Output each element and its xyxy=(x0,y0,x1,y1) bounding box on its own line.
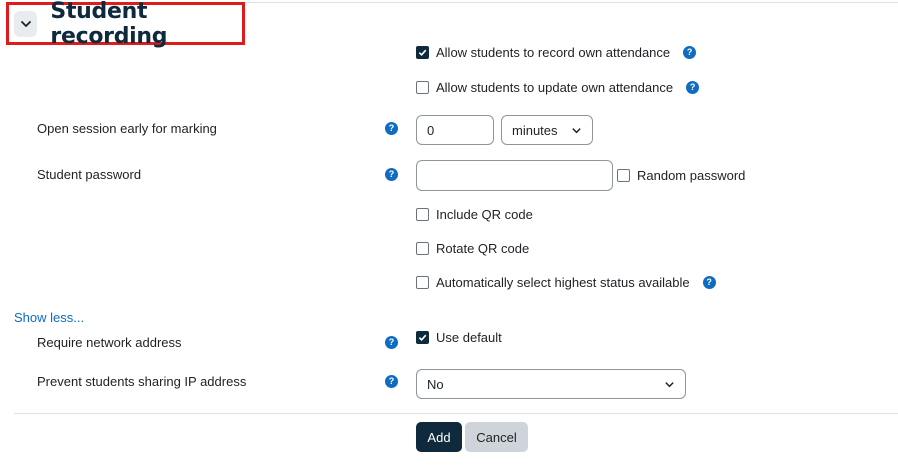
open-early-unit-value: minutes xyxy=(512,122,558,138)
open-early-input[interactable]: 0 xyxy=(416,115,494,145)
rotate-qr-checkbox[interactable] xyxy=(416,242,429,255)
auto-highest-checkbox[interactable] xyxy=(416,276,429,289)
use-default-label: Use default xyxy=(436,330,502,345)
chevron-down-icon xyxy=(572,127,581,133)
require-network-label: Require network address xyxy=(37,335,182,350)
allow-record-checkbox[interactable] xyxy=(416,46,429,59)
show-less-link[interactable]: Show less... xyxy=(14,310,84,325)
help-icon[interactable]: ? xyxy=(702,276,716,289)
open-early-unit-select[interactable]: minutes xyxy=(501,115,593,145)
allow-update-checkbox[interactable] xyxy=(416,81,429,94)
help-icon[interactable]: ? xyxy=(385,336,398,349)
random-password-checkbox[interactable] xyxy=(617,169,630,182)
rotate-qr-option[interactable]: Rotate QR code xyxy=(416,241,529,256)
prevent-ip-select[interactable]: No xyxy=(416,369,686,399)
include-qr-option[interactable]: Include QR code xyxy=(416,207,533,222)
cancel-button[interactable]: Cancel xyxy=(465,422,528,452)
chevron-down-icon xyxy=(665,381,674,387)
open-early-value: 0 xyxy=(427,122,435,138)
use-default-option[interactable]: Use default xyxy=(416,330,502,345)
student-password-input[interactable] xyxy=(416,160,613,191)
prevent-ip-label: Prevent students sharing IP address xyxy=(37,374,247,389)
help-icon[interactable]: ? xyxy=(385,168,398,181)
allow-update-label: Allow students to update own attendance xyxy=(436,80,674,95)
section-header-highlight: Student recording xyxy=(6,0,245,49)
allow-record-label: Allow students to record own attendance xyxy=(436,45,671,60)
include-qr-checkbox[interactable] xyxy=(416,208,429,221)
help-icon[interactable]: ? xyxy=(686,81,700,94)
prevent-ip-value: No xyxy=(427,376,444,392)
rotate-qr-label: Rotate QR code xyxy=(436,241,530,256)
auto-highest-label: Automatically select highest status avai… xyxy=(436,275,690,290)
chevron-down-icon xyxy=(20,20,31,27)
help-icon[interactable]: ? xyxy=(683,46,697,59)
top-divider xyxy=(240,2,898,3)
student-password-label: Student password xyxy=(37,167,142,182)
add-button[interactable]: Add xyxy=(416,422,462,452)
checkmark-icon xyxy=(418,334,427,342)
include-qr-label: Include QR code xyxy=(436,207,533,222)
bottom-divider xyxy=(14,413,898,414)
use-default-checkbox[interactable] xyxy=(416,331,429,344)
help-icon[interactable]: ? xyxy=(385,122,398,135)
auto-highest-option[interactable]: Automatically select highest status avai… xyxy=(416,275,716,290)
allow-record-option[interactable]: Allow students to record own attendance … xyxy=(416,45,697,60)
help-icon[interactable]: ? xyxy=(385,375,398,388)
random-password-option[interactable]: Random password xyxy=(617,168,745,183)
random-password-label: Random password xyxy=(637,168,746,183)
allow-update-option[interactable]: Allow students to update own attendance … xyxy=(416,80,700,95)
open-early-label: Open session early for marking xyxy=(37,121,217,136)
checkmark-icon xyxy=(418,49,427,57)
collapse-toggle-button[interactable] xyxy=(14,10,38,37)
section-title: Student recording xyxy=(50,0,168,49)
